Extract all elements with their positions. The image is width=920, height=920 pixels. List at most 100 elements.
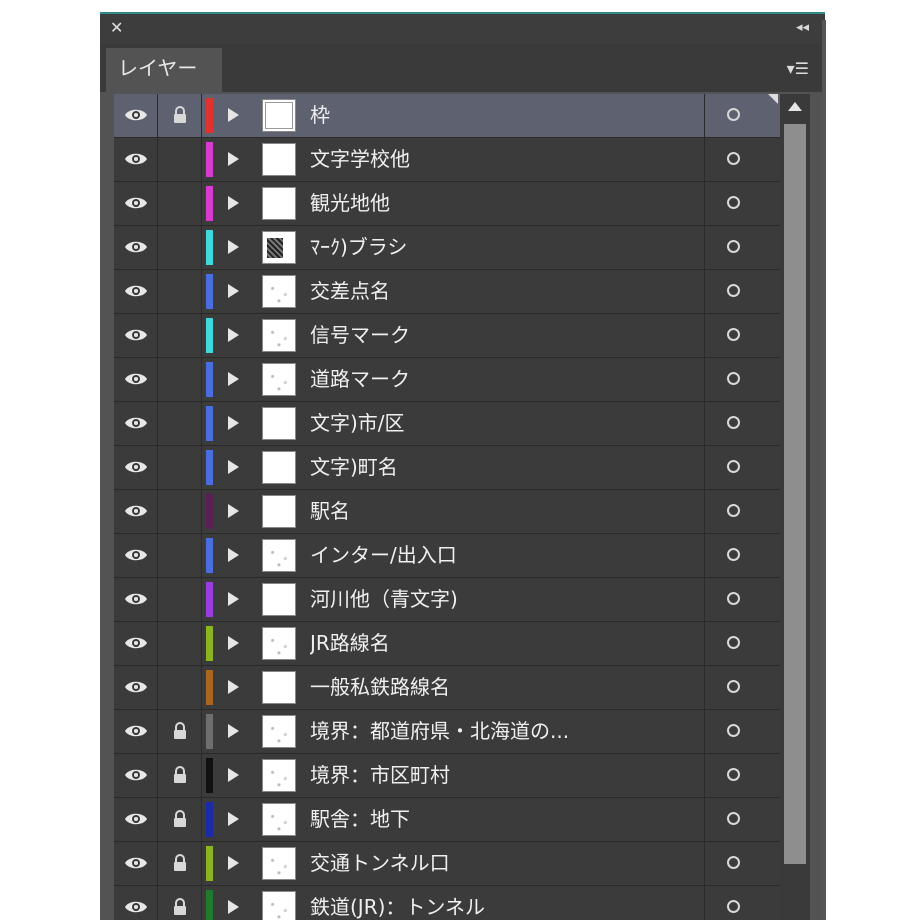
layer-name[interactable]: 信号マーク <box>310 314 410 357</box>
layer-target[interactable] <box>704 226 780 269</box>
eye-icon[interactable] <box>114 622 158 665</box>
circle-target-icon[interactable] <box>727 592 740 605</box>
triangle-right-icon[interactable] <box>228 416 239 430</box>
collapse-panel-icon[interactable]: ◂◂ <box>796 19 809 37</box>
layer-row[interactable]: 文字)町名 <box>114 446 780 490</box>
layer-row[interactable]: 鉄道(JR)：トンネル <box>114 886 780 920</box>
layer-row[interactable]: 境界：市区町村 <box>114 754 780 798</box>
layer-name[interactable]: 文字学校他 <box>310 138 410 181</box>
layer-name[interactable]: 文字)市/区 <box>310 402 405 445</box>
layer-target[interactable] <box>704 534 780 577</box>
circle-target-icon[interactable] <box>727 900 740 913</box>
triangle-right-icon[interactable] <box>228 548 239 562</box>
circle-target-icon[interactable] <box>727 680 740 693</box>
layer-name[interactable]: インター/出入口 <box>310 534 457 577</box>
layer-name[interactable]: 河川他（青文字) <box>310 578 458 621</box>
layer-target[interactable] <box>704 842 780 885</box>
layer-target[interactable] <box>704 182 780 225</box>
lock-toggle[interactable] <box>158 578 202 621</box>
layer-target[interactable] <box>704 490 780 533</box>
triangle-right-icon[interactable] <box>228 900 239 914</box>
layer-row[interactable]: 一般私鉄路線名 <box>114 666 780 710</box>
triangle-right-icon[interactable] <box>228 460 239 474</box>
lock-toggle[interactable] <box>158 402 202 445</box>
circle-target-icon[interactable] <box>727 812 740 825</box>
triangle-right-icon[interactable] <box>228 592 239 606</box>
layer-name[interactable]: 文字)町名 <box>310 446 398 489</box>
lock-toggle[interactable] <box>158 666 202 709</box>
layer-name[interactable]: 鉄道(JR)：トンネル <box>310 886 485 920</box>
scroll-up-arrow-icon[interactable] <box>788 102 802 111</box>
eye-icon[interactable] <box>114 842 158 885</box>
layer-target[interactable] <box>704 138 780 181</box>
layer-name[interactable]: 道路マーク <box>310 358 410 401</box>
layer-name[interactable]: 駅舎：地下 <box>310 798 410 841</box>
circle-target-icon[interactable] <box>727 240 740 253</box>
triangle-right-icon[interactable] <box>228 372 239 386</box>
layer-target[interactable] <box>704 94 780 137</box>
eye-icon[interactable] <box>114 358 158 401</box>
eye-icon[interactable] <box>114 226 158 269</box>
eye-icon[interactable] <box>114 314 158 357</box>
eye-icon[interactable] <box>114 182 158 225</box>
layer-target[interactable] <box>704 402 780 445</box>
layer-target[interactable] <box>704 710 780 753</box>
layer-name[interactable]: 枠 <box>310 94 330 137</box>
lock-icon[interactable] <box>158 798 202 841</box>
triangle-right-icon[interactable] <box>228 240 239 254</box>
layer-name[interactable]: 駅名 <box>310 490 350 533</box>
triangle-right-icon[interactable] <box>228 680 239 694</box>
layer-row[interactable]: 文字)市/区 <box>114 402 780 446</box>
triangle-right-icon[interactable] <box>228 328 239 342</box>
circle-target-icon[interactable] <box>727 328 740 341</box>
circle-target-icon[interactable] <box>727 548 740 561</box>
scrollbar[interactable] <box>780 94 810 920</box>
scrollbar-thumb[interactable] <box>784 124 806 864</box>
layer-name[interactable]: ﾏｰｸ)ブラシ <box>310 226 407 269</box>
triangle-right-icon[interactable] <box>228 768 239 782</box>
triangle-right-icon[interactable] <box>228 152 239 166</box>
lock-icon[interactable] <box>158 842 202 885</box>
layer-row[interactable]: 道路マーク <box>114 358 780 402</box>
layer-row[interactable]: 信号マーク <box>114 314 780 358</box>
eye-icon[interactable] <box>114 666 158 709</box>
triangle-right-icon[interactable] <box>228 636 239 650</box>
layer-target[interactable] <box>704 358 780 401</box>
triangle-right-icon[interactable] <box>228 284 239 298</box>
layer-row[interactable]: インター/出入口 <box>114 534 780 578</box>
layer-target[interactable] <box>704 666 780 709</box>
triangle-right-icon[interactable] <box>228 856 239 870</box>
eye-icon[interactable] <box>114 446 158 489</box>
circle-target-icon[interactable] <box>727 636 740 649</box>
eye-icon[interactable] <box>114 534 158 577</box>
lock-icon[interactable] <box>158 754 202 797</box>
layer-name[interactable]: 一般私鉄路線名 <box>310 666 450 709</box>
circle-target-icon[interactable] <box>727 108 740 121</box>
layer-name[interactable]: 交差点名 <box>310 270 390 313</box>
eye-icon[interactable] <box>114 886 158 920</box>
circle-target-icon[interactable] <box>727 768 740 781</box>
tab-layers[interactable]: レイヤー <box>106 48 222 92</box>
layer-row[interactable]: 枠 <box>114 94 780 138</box>
layer-name[interactable]: 交通トンネル口 <box>310 842 450 885</box>
layer-target[interactable] <box>704 754 780 797</box>
circle-target-icon[interactable] <box>727 372 740 385</box>
layer-target[interactable] <box>704 886 780 920</box>
circle-target-icon[interactable] <box>727 284 740 297</box>
close-icon[interactable]: ✕ <box>110 18 123 38</box>
lock-toggle[interactable] <box>158 314 202 357</box>
eye-icon[interactable] <box>114 402 158 445</box>
layer-row[interactable]: 観光地他 <box>114 182 780 226</box>
layer-row[interactable]: ﾏｰｸ)ブラシ <box>114 226 780 270</box>
lock-toggle[interactable] <box>158 358 202 401</box>
lock-icon[interactable] <box>158 886 202 920</box>
layer-target[interactable] <box>704 798 780 841</box>
triangle-right-icon[interactable] <box>228 108 239 122</box>
layer-target[interactable] <box>704 314 780 357</box>
layer-row[interactable]: 文字学校他 <box>114 138 780 182</box>
layer-target[interactable] <box>704 578 780 621</box>
triangle-right-icon[interactable] <box>228 196 239 210</box>
triangle-right-icon[interactable] <box>228 724 239 738</box>
circle-target-icon[interactable] <box>727 460 740 473</box>
layer-row[interactable]: 交差点名 <box>114 270 780 314</box>
